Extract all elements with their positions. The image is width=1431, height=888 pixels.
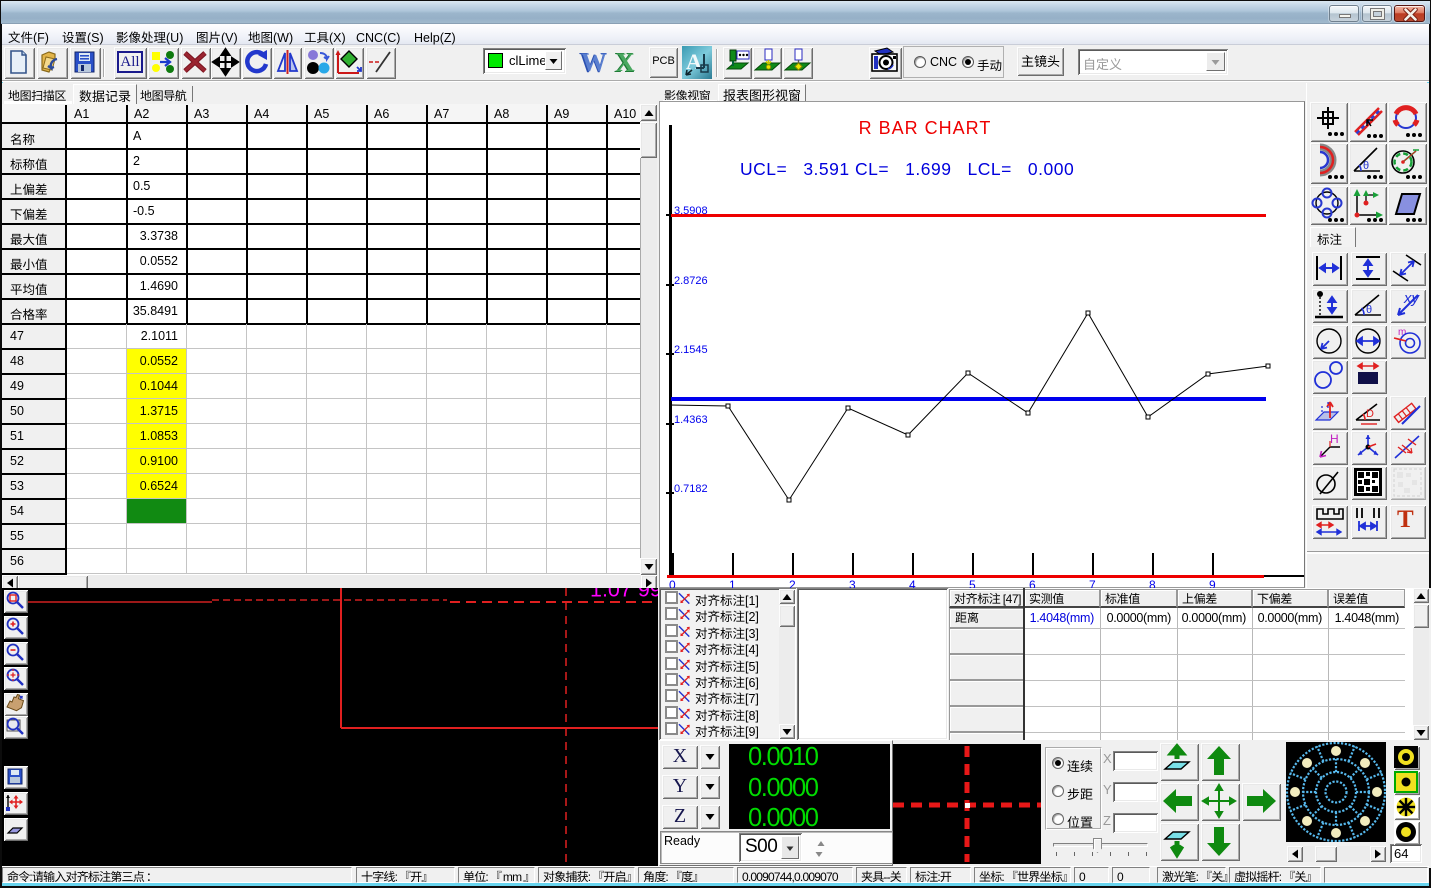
- svg-text:A: A: [686, 49, 702, 74]
- svg-text:θ: θ: [1366, 304, 1372, 316]
- svg-text:xy: xy: [1403, 290, 1421, 307]
- svg-text:D: D: [1366, 408, 1374, 420]
- svg-text:θ: θ: [1363, 160, 1369, 172]
- svg-text:H: H: [1330, 432, 1339, 446]
- svg-text:X: X: [616, 48, 635, 76]
- svg-text:W: W: [581, 48, 607, 76]
- svg-text:1.07 99: 1.07 99: [590, 588, 658, 602]
